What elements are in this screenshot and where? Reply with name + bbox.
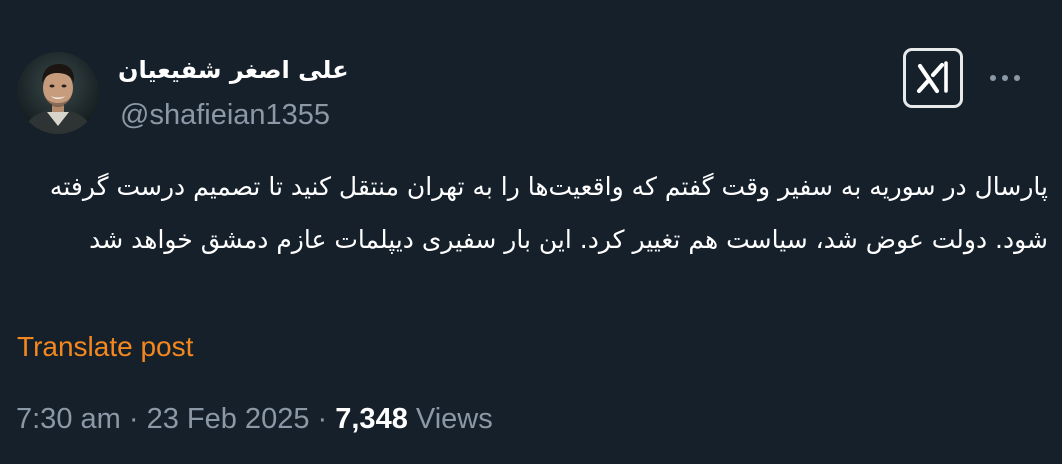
tweet-time: 7:30 am — [16, 403, 121, 435]
more-options-button[interactable] — [985, 60, 1025, 96]
tweet-timestamp[interactable]: 7:30 am · 23 Feb 2025 — [16, 403, 309, 435]
tweet-card: علی اصغر شفیعیان @shafieian1355 پارسال د… — [0, 0, 1062, 464]
tweet-text: پارسال در سوریه به سفیر وقت گفتم که واقع… — [49, 172, 1048, 254]
author-handle[interactable]: @shafieian1355 — [120, 96, 330, 134]
views-count: 7,348 — [335, 403, 408, 435]
avatar[interactable] — [17, 52, 99, 134]
tweet-date: 23 Feb 2025 — [146, 403, 310, 435]
translate-post-link[interactable]: Translate post — [17, 327, 193, 367]
grok-button[interactable] — [903, 48, 963, 108]
meta-separator: · — [128, 403, 139, 435]
meta-separator-2: · — [317, 403, 328, 435]
tweet-meta: 7:30 am · 23 Feb 2025 · 7,348 Views — [16, 398, 493, 440]
views-label: Views — [415, 403, 493, 435]
grok-logo-icon — [916, 61, 948, 94]
avatar-photo — [17, 52, 99, 134]
author-display-name[interactable]: علی اصغر شفیعیان — [118, 50, 358, 90]
more-horizontal-icon — [990, 75, 1020, 81]
